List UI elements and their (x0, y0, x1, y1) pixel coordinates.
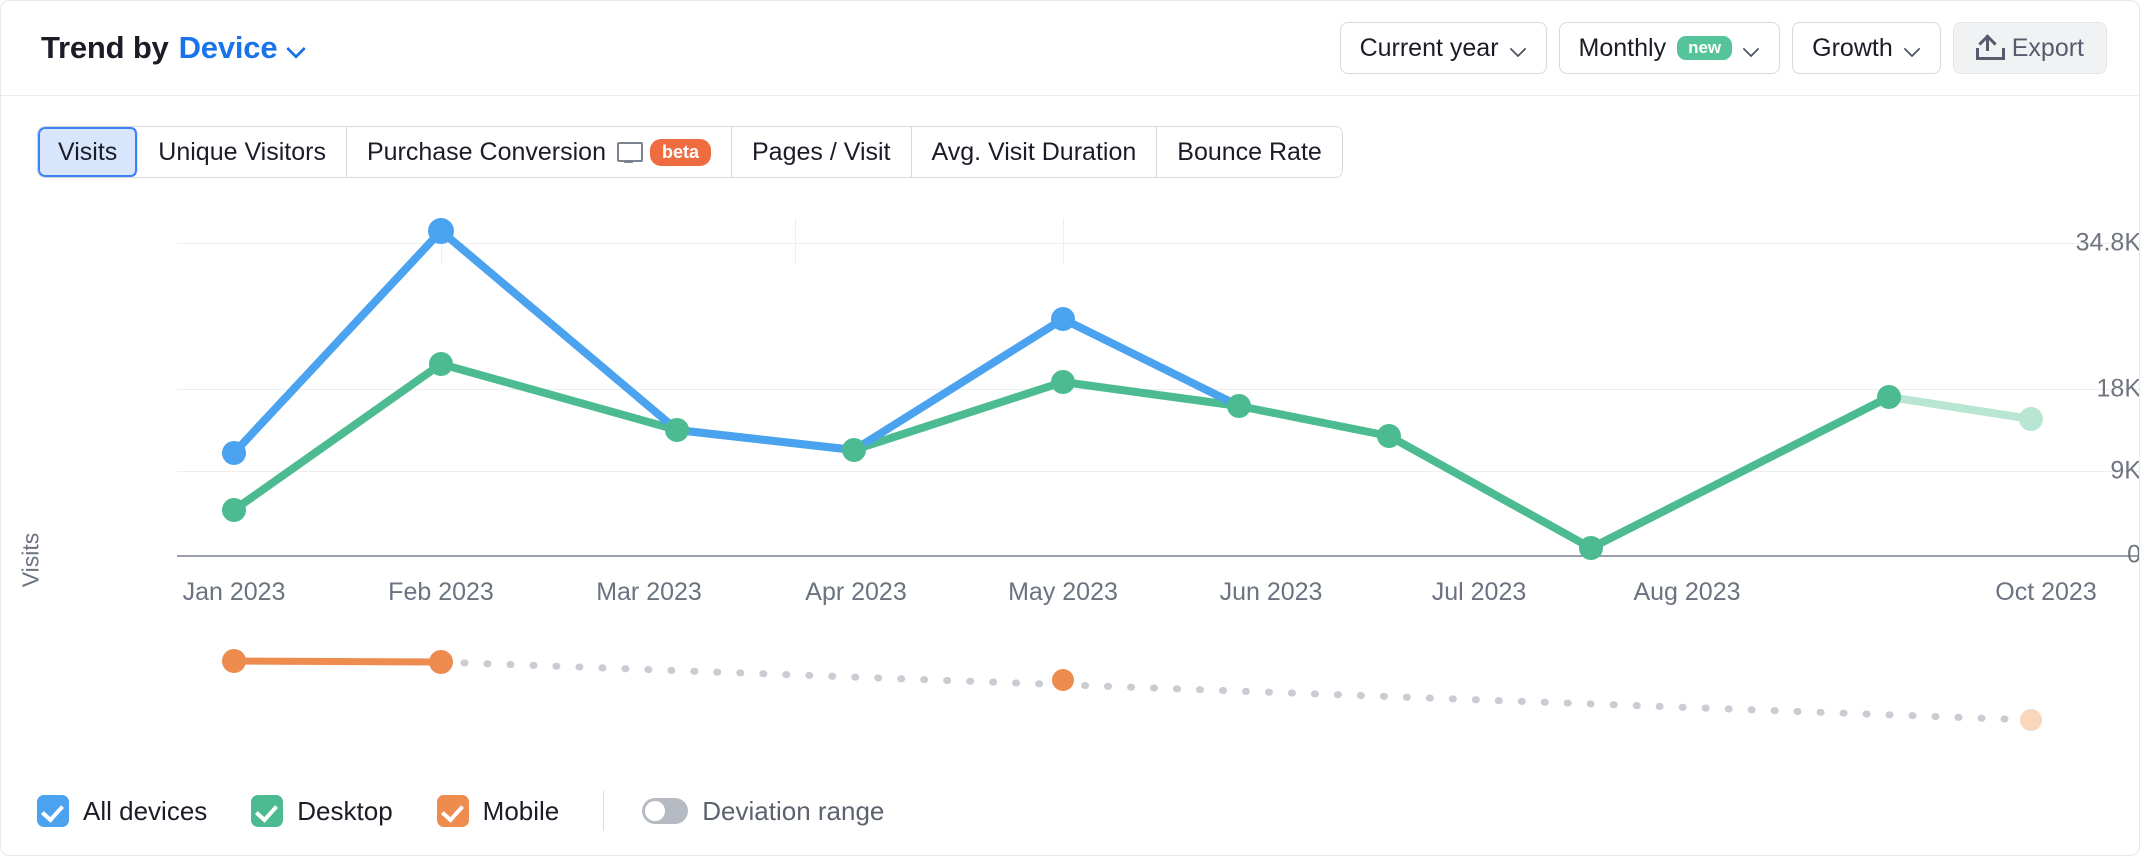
tab-avg-visit-duration[interactable]: Avg. Visit Duration (911, 127, 1158, 177)
tab-visits-label: Visits (58, 137, 118, 166)
chevron-down-icon (1904, 40, 1921, 57)
tab-purchase-conversion-label: Purchase Conversion (366, 137, 606, 166)
data-point-mobile[interactable] (1052, 669, 1074, 691)
tab-unique-visitors-label: Unique Visitors (158, 137, 326, 166)
x-tick-mar: Mar 2023 (596, 578, 702, 606)
checkbox-mobile[interactable] (436, 795, 469, 827)
tab-pages-per-visit[interactable]: Pages / Visit (732, 127, 912, 177)
data-point-desktop-forecast[interactable] (2019, 407, 2043, 431)
x-tick-jul: Jul 2023 (1431, 578, 1527, 606)
data-point-desktop[interactable] (665, 418, 689, 442)
legend-divider (603, 791, 605, 831)
data-point-desktop[interactable] (222, 498, 246, 522)
page-title: Trend by Device (41, 30, 305, 66)
data-point-desktop[interactable] (429, 352, 453, 376)
monitor-icon (616, 141, 643, 163)
data-point-all-devices[interactable] (1051, 307, 1075, 331)
deviation-range-label: Deviation range (702, 795, 885, 826)
series-mobile-projection (230, 657, 2035, 724)
dimension-selector-label[interactable]: Device (179, 30, 278, 66)
data-point-desktop[interactable] (1227, 394, 1251, 418)
data-point-desktop[interactable] (1051, 370, 1075, 394)
page-title-prefix: Trend by (41, 30, 169, 65)
data-point-desktop[interactable] (1579, 536, 1603, 560)
tab-purchase-conversion[interactable]: Purchase Conversion beta (346, 127, 732, 177)
granularity-selector[interactable]: Monthly new (1558, 22, 1781, 74)
data-point-desktop[interactable] (1877, 385, 1901, 409)
series-all-devices-line (230, 227, 1243, 457)
data-point-desktop[interactable] (1377, 424, 1401, 448)
export-button[interactable]: Export (1952, 22, 2107, 74)
series-mobile-line (230, 657, 445, 666)
legend-item-mobile[interactable]: Mobile (436, 795, 560, 827)
metric-tabs-row: Visits Unique Visitors Purchase Conversi… (1, 96, 2139, 178)
tab-unique-visitors[interactable]: Unique Visitors (138, 127, 347, 177)
x-tick-feb: Feb 2023 (388, 578, 494, 606)
data-point-mobile[interactable] (222, 649, 246, 673)
legend-item-all-devices[interactable]: All devices (37, 795, 207, 827)
granularity-selector-label: Monthly (1578, 33, 1667, 62)
legend-label-mobile: Mobile (482, 795, 560, 826)
data-point-mobile-forecast[interactable] (2020, 709, 2042, 731)
data-point-all-devices[interactable] (222, 441, 246, 465)
beta-badge: beta (649, 138, 711, 166)
chevron-down-icon (1743, 40, 1760, 57)
checkbox-all-devices[interactable] (37, 795, 69, 827)
legend-item-desktop[interactable]: Desktop (251, 795, 393, 827)
x-tick-apr: Apr 2023 (805, 578, 907, 606)
widget-header: Trend by Device Current year Monthly new… (1, 1, 2139, 96)
period-selector[interactable]: Current year (1339, 22, 1547, 74)
x-tick-aug: Aug 2023 (1633, 578, 1741, 606)
export-button-label: Export (2011, 33, 2084, 62)
metric-tabs: Visits Unique Visitors Purchase Conversi… (37, 126, 1343, 178)
x-tick-jan: Jan 2023 (182, 578, 286, 606)
legend-label-all-devices: All devices (83, 795, 208, 826)
tab-bounce-rate[interactable]: Bounce Rate (1157, 127, 1342, 177)
chart-area: Visits 34.8K 18K 9K 0 Jan 2023 Feb 2023 … (1, 178, 2139, 738)
chevron-down-icon[interactable] (287, 39, 305, 57)
checkbox-desktop[interactable] (251, 795, 284, 827)
x-tick-may: May 2023 (1008, 578, 1118, 606)
trend-by-device-widget: Trend by Device Current year Monthly new… (0, 0, 2140, 856)
data-point-desktop[interactable] (842, 438, 866, 462)
x-tick-jun: Jun 2023 (1219, 578, 1323, 606)
tab-pages-per-visit-label: Pages / Visit (752, 137, 891, 166)
header-controls: Current year Monthly new Growth Export (1339, 22, 2107, 74)
line-chart-plot (222, 218, 2043, 731)
legend-label-desktop: Desktop (297, 795, 393, 826)
growth-selector[interactable]: Growth (1792, 22, 1941, 74)
deviation-range-control[interactable]: Deviation range (642, 796, 884, 827)
series-desktop-forecast-line (1885, 393, 2035, 423)
new-badge: new (1677, 36, 1733, 60)
tab-avg-visit-duration-label: Avg. Visit Duration (931, 137, 1137, 166)
period-selector-label: Current year (1359, 33, 1499, 62)
x-tick-oct: Oct 2023 (1995, 578, 2097, 606)
growth-selector-label: Growth (1812, 33, 1893, 62)
chart-legend: All devices Desktop Mobile Deviation ran… (37, 791, 928, 831)
chevron-down-icon (1510, 40, 1527, 57)
tab-visits[interactable]: Visits (38, 127, 139, 177)
data-point-all-devices[interactable] (428, 218, 454, 244)
deviation-range-toggle[interactable] (642, 798, 689, 824)
upload-icon (1975, 34, 2005, 60)
data-point-mobile[interactable] (429, 650, 453, 674)
tab-bounce-rate-label: Bounce Rate (1177, 137, 1322, 166)
